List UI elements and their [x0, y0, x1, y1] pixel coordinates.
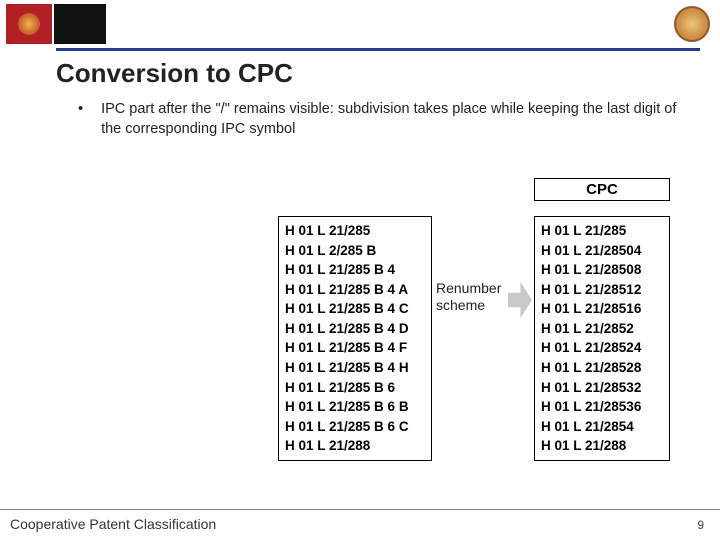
footer-rule	[0, 509, 720, 510]
arrow-text-line2: scheme	[436, 297, 485, 313]
code-row: H 01 L 21/285 B 4 H	[285, 358, 425, 378]
code-row: H 01 L 21/285 B 6	[285, 378, 425, 398]
code-row: H 01 L 21/28536	[541, 397, 663, 417]
epo-logo-text-block	[54, 4, 106, 44]
title-rule	[56, 48, 700, 51]
code-row: H 01 L 21/285 B 4 F	[285, 338, 425, 358]
slide-title: Conversion to CPC	[56, 58, 293, 89]
epo-logo	[6, 4, 52, 44]
code-row: H 01 L 21/285 B 6 C	[285, 417, 425, 437]
page-number: 9	[697, 518, 704, 532]
code-row: H 01 L 21/2854	[541, 417, 663, 437]
code-row: H 01 L 21/28528	[541, 358, 663, 378]
code-list-right: H 01 L 21/285H 01 L 21/28504H 01 L 21/28…	[534, 216, 670, 461]
cpc-header-box: CPC	[534, 178, 670, 201]
code-row: H 01 L 21/285	[285, 221, 425, 241]
code-row: H 01 L 21/285 B 4 C	[285, 299, 425, 319]
footer-title: Cooperative Patent Classification	[10, 516, 216, 532]
code-row: H 01 L 21/28524	[541, 338, 663, 358]
code-row: H 01 L 21/285 B 4 D	[285, 319, 425, 339]
code-row: H 01 L 21/288	[541, 436, 663, 456]
code-row: H 01 L 21/28504	[541, 241, 663, 261]
code-row: H 01 L 2/285 B	[285, 241, 425, 261]
code-row: H 01 L 21/285	[541, 221, 663, 241]
code-row: H 01 L 21/285 B 4 A	[285, 280, 425, 300]
code-row: H 01 L 21/28516	[541, 299, 663, 319]
code-row: H 01 L 21/28532	[541, 378, 663, 398]
code-list-left: H 01 L 21/285H 01 L 2/285 BH 01 L 21/285…	[278, 216, 432, 461]
code-row: H 01 L 21/28508	[541, 260, 663, 280]
bullet-text: IPC part after the "/" remains visible: …	[101, 100, 680, 139]
uspto-seal-icon	[674, 6, 710, 42]
code-row: H 01 L 21/2852	[541, 319, 663, 339]
bullet-marker: •	[78, 100, 83, 139]
bullet-item: • IPC part after the "/" remains visible…	[78, 100, 680, 139]
code-row: H 01 L 21/285 B 4	[285, 260, 425, 280]
arrow-text-line1: Renumber	[436, 280, 501, 296]
code-row: H 01 L 21/285 B 6 B	[285, 397, 425, 417]
renumber-label: Renumber scheme	[436, 280, 532, 314]
code-row: H 01 L 21/288	[285, 436, 425, 456]
epo-logo-icon	[18, 13, 40, 35]
code-row: H 01 L 21/28512	[541, 280, 663, 300]
header-bar	[0, 0, 720, 46]
